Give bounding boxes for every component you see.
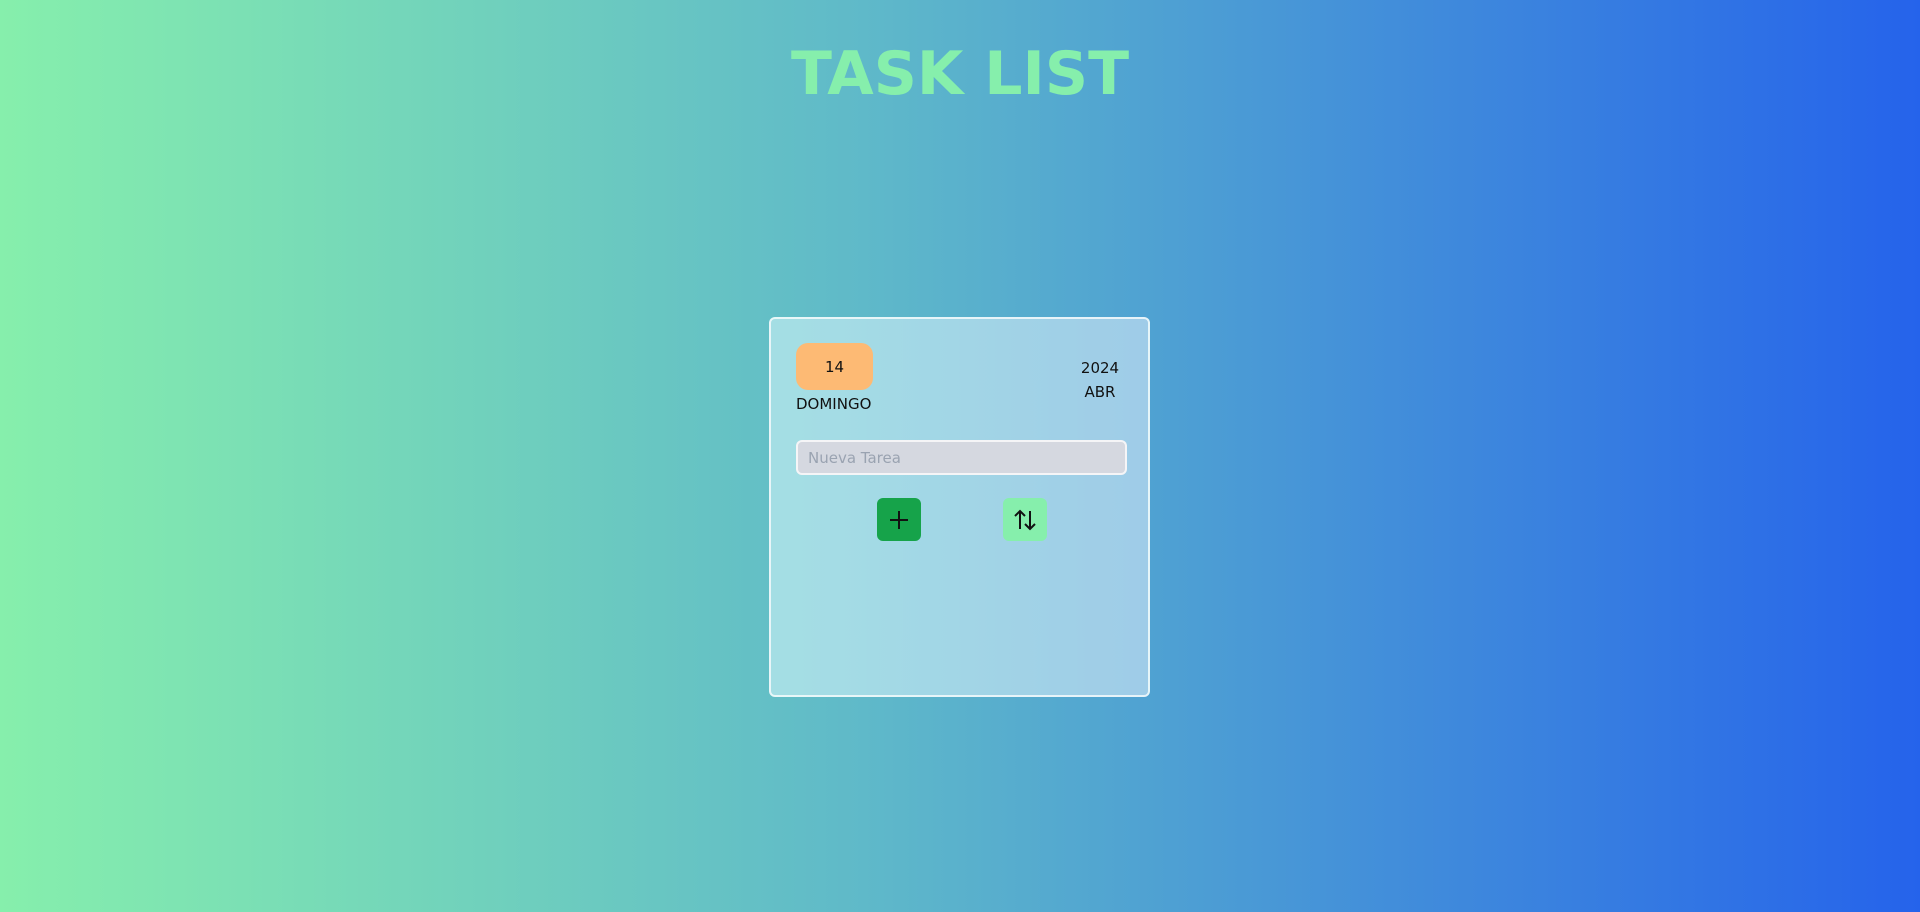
add-task-button[interactable] [877,498,921,541]
task-card: 14 DOMINGO 2024 ABR [769,317,1150,697]
plus-icon [890,510,908,529]
new-task-input[interactable] [796,440,1127,475]
month-label: ABR [1084,383,1116,401]
year-label: 2024 [1080,359,1120,377]
sort-arrows-icon [1014,509,1036,530]
page-title: TASK LIST [791,39,1129,109]
weekday-label: DOMINGO [796,395,872,413]
day-badge: 14 [796,343,873,390]
sort-tasks-button[interactable] [1003,498,1047,541]
